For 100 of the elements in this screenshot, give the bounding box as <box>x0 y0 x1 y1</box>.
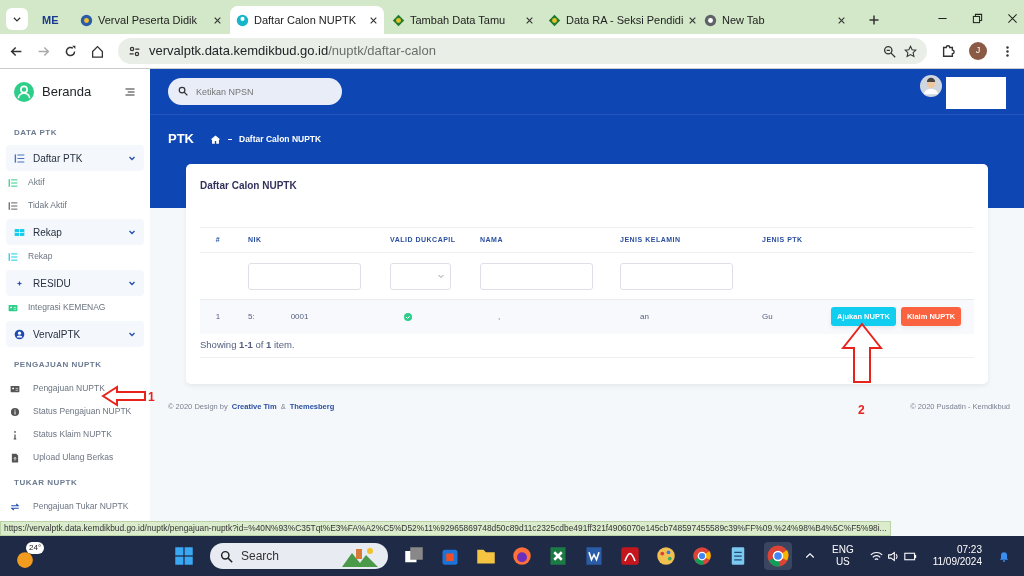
list-icon <box>8 200 18 211</box>
user-logo-icon <box>14 82 34 102</box>
browser-tab[interactable]: Data RA - Seksi Pendidi <box>542 6 696 34</box>
new-tab-icon[interactable] <box>868 14 880 26</box>
id-card-icon <box>10 383 20 394</box>
home-icon[interactable] <box>91 44 104 58</box>
breadcrumb-separator <box>228 138 232 140</box>
chevron-down-icon <box>128 228 136 236</box>
list-icon <box>8 177 18 188</box>
search-field[interactable]: Ketikan NPSN <box>168 78 342 105</box>
close-icon[interactable] <box>213 15 222 25</box>
menu-icon[interactable] <box>124 86 136 98</box>
bell-icon[interactable] <box>998 550 1010 562</box>
url-host: vervalptk.data.kemdikbud.go.id <box>149 43 329 59</box>
table-icon <box>14 226 25 238</box>
extensions-icon[interactable] <box>941 44 955 58</box>
redacted-block <box>946 76 1006 109</box>
globe-icon[interactable] <box>764 542 792 570</box>
sidebar-item[interactable]: Upload Ulang Berkas <box>6 446 144 469</box>
table-cell: 5: <box>248 311 255 321</box>
language-indicator[interactable]: ENG US <box>832 544 854 568</box>
browser-tab[interactable]: ME <box>36 6 72 34</box>
wifi-icon[interactable] <box>869 549 883 563</box>
table-cell: 0001 <box>290 311 309 321</box>
filter-field[interactable] <box>480 262 593 290</box>
breadcrumb-item: Daftar Calon NUPTK <box>239 132 322 146</box>
sidebar-item[interactable]: Tidak Aktif <box>6 194 144 217</box>
filter-field[interactable] <box>620 262 733 290</box>
restore-icon[interactable] <box>972 13 983 24</box>
table-cell: , <box>498 311 501 321</box>
list-icon <box>8 251 18 262</box>
status-url: https://vervalptk.data.kemdikbud.go.id/nuptk/pengajuan-nuptk?id=%40N%93%C35Tqt%E3%FA%A2%C5%D52%11%92965869748d50c89d11c2325cdbe491ff321f4906070e145cb748597455589c39%FF%09.%24%98%B4%5C%F5%98i... <box>0 521 891 536</box>
clock[interactable]: 07:23 11/09/2024 <box>932 544 982 568</box>
person-icon <box>236 13 249 27</box>
pagination-summary: Showing 1-1 of 1 item. <box>200 333 974 358</box>
annotation-label: 1 <box>148 389 155 406</box>
back-icon[interactable] <box>10 44 23 58</box>
sidebar-group[interactable]: Daftar PTK <box>6 145 144 171</box>
emblem-icon <box>548 13 561 27</box>
sidebar-item[interactable]: Pengajuan Tukar NUPTK <box>6 495 144 518</box>
chevron-down-icon <box>128 154 136 162</box>
close-icon[interactable] <box>525 15 534 25</box>
weather-temperature: 24° <box>26 542 45 554</box>
address-bar[interactable]: vervalptk.data.kemdikbud.go.id/nuptk/daftar-calon <box>118 38 927 64</box>
start-icon[interactable] <box>174 546 194 566</box>
chevron-down-icon <box>12 14 22 24</box>
sidebar-item[interactable]: Status Klaim NUPTK <box>6 423 144 446</box>
table-cell: Gu <box>762 311 773 321</box>
swap-icon <box>10 501 20 512</box>
zoom-icon[interactable] <box>883 44 896 58</box>
close-icon[interactable] <box>688 15 698 25</box>
arrow-annotation <box>841 322 883 384</box>
search-icon <box>178 86 188 96</box>
sidebar-item[interactable]: Status Pengajuan NUPTK <box>6 400 144 423</box>
sun-icon[interactable] <box>16 551 34 569</box>
profile-avatar[interactable]: J <box>969 42 987 60</box>
sidebar-item[interactable]: Integrasi KEMENAG <box>6 296 144 319</box>
list-icon <box>14 152 25 164</box>
chevron-down-icon <box>128 279 136 287</box>
globe-icon <box>80 13 93 27</box>
globe-icon[interactable] <box>692 546 712 566</box>
id-card-icon <box>8 302 18 313</box>
section-heading: PENGAJUAN NUPTK <box>14 359 103 371</box>
sidebar-item[interactable]: Aktif <box>6 171 144 194</box>
browser-tab[interactable]: Daftar Calon NUPTK <box>230 6 384 34</box>
filter-field[interactable] <box>248 262 361 290</box>
close-icon[interactable] <box>369 15 378 25</box>
chevron-down-icon <box>128 330 136 338</box>
page-title: PTK <box>168 130 194 149</box>
url-path: /nuptk/daftar-calon <box>328 43 436 59</box>
star-icon[interactable] <box>904 44 917 58</box>
user-avatar-icon <box>920 74 942 97</box>
tab-list-button[interactable] <box>6 8 28 30</box>
info-icon <box>10 406 20 417</box>
site-settings-icon <box>128 44 141 58</box>
table-cell: 1 <box>215 311 221 321</box>
sidebar-item[interactable]: Pengajuan NUPTK <box>6 377 144 400</box>
sidebar-group[interactable]: Rekap <box>6 219 144 245</box>
table-cell: an <box>640 311 649 321</box>
sidebar-item[interactable]: Rekap <box>6 245 144 268</box>
home-icon[interactable] <box>210 133 221 145</box>
palette-icon[interactable] <box>656 546 676 566</box>
browser-tab[interactable]: Verval Peserta Didik <box>74 6 228 34</box>
section-heading: DATA PTK <box>14 127 58 139</box>
close-icon[interactable] <box>837 15 846 25</box>
spreadsheet-icon[interactable] <box>548 546 568 566</box>
emblem-icon <box>392 13 405 27</box>
taskbar-search[interactable]: Search <box>210 543 388 569</box>
pdf-icon[interactable] <box>620 546 640 566</box>
brand-link[interactable]: Beranda <box>42 82 116 102</box>
browser-tab[interactable]: New Tab <box>698 6 852 34</box>
document-icon[interactable] <box>584 546 604 566</box>
sidebar-group[interactable]: RESIDU <box>6 270 144 296</box>
close-icon[interactable] <box>1007 13 1018 24</box>
search-icon <box>220 549 233 563</box>
reload-icon[interactable] <box>64 44 77 58</box>
browser-tab[interactable]: Tambah Data Tamu <box>386 6 540 34</box>
speaker-icon[interactable] <box>886 549 900 563</box>
sidebar-group[interactable]: VervalPTK <box>6 321 144 347</box>
file-upload-icon <box>10 452 20 463</box>
